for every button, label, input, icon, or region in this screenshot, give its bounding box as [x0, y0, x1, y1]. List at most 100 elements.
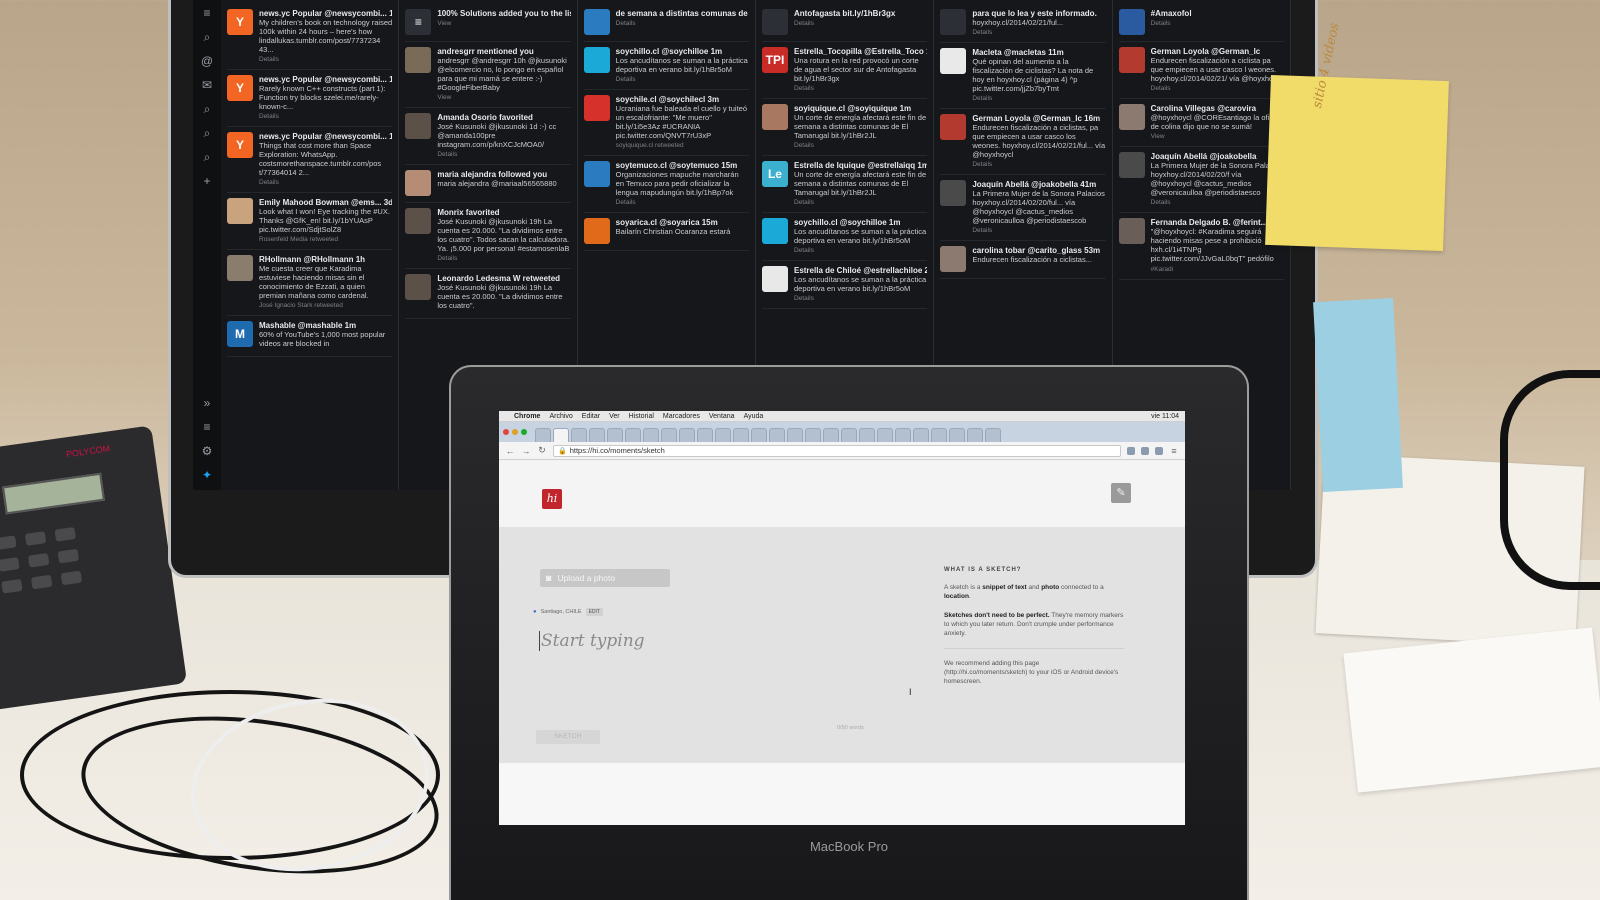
avatar[interactable] [940, 9, 967, 35]
lists-icon[interactable]: ≡ [200, 420, 214, 434]
extension-icon[interactable] [1141, 446, 1149, 455]
tweet[interactable]: Ynews.yc Popular @newsycombi... 13s My ch… [227, 4, 393, 70]
tweet[interactable]: Leonardo Ledesma W retweeted José Kusunok… [405, 269, 571, 319]
menubar-clock[interactable]: vie 11:04 [1151, 413, 1179, 420]
tweet-author[interactable]: carolina tobar @carito_glass 53m [972, 246, 1105, 255]
menu-icon[interactable]: ≡ [1169, 446, 1179, 456]
forward-icon[interactable]: → [521, 446, 531, 456]
address-bar[interactable]: 🔒 https://hi.co/moments/sketch [553, 444, 1121, 457]
tweet-author[interactable]: de semana a distintas comunas de El Tama… [616, 9, 749, 18]
tweet-author[interactable]: Estrella_Tocopilla @Estrella_Toco 1m [794, 47, 927, 56]
tweet[interactable]: #Amaxofol Details [1118, 4, 1284, 42]
avatar[interactable] [761, 9, 788, 35]
browser-tab[interactable] [823, 428, 839, 442]
avatar[interactable] [940, 114, 967, 140]
minimize-window-icon[interactable] [512, 429, 518, 435]
search-icon[interactable]: ⌕ [200, 102, 214, 116]
tweet-meta[interactable]: Details [437, 255, 570, 262]
avatar[interactable] [940, 246, 967, 272]
tweet[interactable]: M Mashable @mashable 1m 60% of YouTube's 1… [227, 316, 393, 357]
tweet-author[interactable]: Estrella de Iquique @estrellaiqq 1m [794, 161, 927, 170]
extension-icon[interactable] [1127, 446, 1135, 455]
browser-tab[interactable] [877, 428, 893, 442]
tweet[interactable]: ≡ 100% Solutions added you to the list @1… [405, 4, 571, 42]
browser-tab[interactable] [625, 428, 641, 442]
tweet[interactable]: andresgrr mentioned you andresgrr @andres… [405, 42, 571, 108]
messages-icon[interactable]: ✉ [200, 78, 214, 92]
tweet-author[interactable]: Antofagasta bit.ly/1hBr3gx [794, 9, 927, 18]
tweet-meta[interactable]: soyiquique.cl retweeted [616, 142, 749, 149]
tweet-meta[interactable]: Details [794, 295, 927, 302]
avatar[interactable]: TPI [761, 47, 788, 73]
browser-tab[interactable] [661, 428, 677, 442]
avatar[interactable] [1118, 218, 1145, 244]
tweet[interactable]: soyarica.cl @soyarica 15m Bailarín Christ… [583, 213, 749, 251]
tweet-author[interactable]: Joaquín Abellá @joakobella [1151, 152, 1284, 161]
tweet-meta[interactable]: José Ignacio Stark retweeted [259, 302, 392, 309]
tweet[interactable]: soychillo.cl @soychilloe 1m Los ancudítan… [583, 42, 749, 90]
browser-tab[interactable] [535, 428, 551, 442]
tweet-meta[interactable]: Details [794, 247, 927, 254]
avatar[interactable] [940, 48, 967, 74]
tweet-meta[interactable]: Details [972, 161, 1105, 168]
tweet-author[interactable]: RHollmann @RHollmann 1h [259, 255, 392, 264]
tweet-meta[interactable]: Rosenfeld Media retweeted [259, 236, 392, 243]
tweet-meta[interactable]: #Karadi [1151, 266, 1284, 273]
tweet-author[interactable]: Macleta @macletas 11m [972, 48, 1105, 57]
mentions-icon[interactable]: @ [200, 54, 214, 68]
avatar[interactable] [405, 208, 432, 234]
browser-tab[interactable] [733, 428, 749, 442]
tweet[interactable]: soychile.cl @soychilecl 3m Ucraniana fue … [583, 90, 749, 156]
tweet-author[interactable]: soyarica.cl @soyarica 15m [616, 218, 749, 227]
tweet-author[interactable]: Fernanda Delgado B. @ferint... [1151, 218, 1284, 227]
edit-location-button[interactable]: EDIT [585, 608, 603, 616]
tweet-meta[interactable]: Details [259, 179, 392, 186]
menubar-item[interactable]: Ver [609, 413, 620, 420]
browser-tab[interactable] [985, 428, 1001, 442]
tweet-meta[interactable]: Details [616, 20, 749, 27]
tweet-author[interactable]: Monrix favorited [437, 208, 570, 217]
avatar[interactable] [583, 95, 610, 121]
tweet[interactable]: Antofagasta bit.ly/1hBr3gx Details [761, 4, 928, 42]
avatar[interactable] [761, 104, 788, 130]
tweet-author[interactable]: Carolina Villegas @carovira [1151, 104, 1284, 113]
tweet[interactable]: Amanda Osorio favorited José Kusunoki @jk… [405, 108, 571, 165]
tweet-meta[interactable]: Details [616, 199, 749, 206]
tweet-author[interactable]: Emily Mahood Bowman @ems... 3d [259, 198, 392, 207]
tweet-author[interactable]: soychillo.cl @soychilloe 1m [794, 218, 927, 227]
tweet-author[interactable]: Mashable @mashable 1m [259, 321, 392, 330]
menubar-item[interactable]: Editar [582, 413, 600, 420]
menubar-item[interactable]: Marcadores [663, 413, 700, 420]
browser-tab[interactable] [589, 428, 605, 442]
hi-logo[interactable]: hi [542, 489, 562, 509]
browser-tab[interactable] [949, 428, 965, 442]
browser-tab[interactable] [751, 428, 767, 442]
tweet[interactable]: de semana a distintas comunas de El Tama… [583, 4, 749, 42]
tweet[interactable]: TPI Estrella_Tocopilla @Estrella_Toco 1m U… [761, 42, 928, 99]
tweet-author[interactable]: news.yc Popular @newsycombi... 13s [259, 9, 392, 18]
avatar[interactable] [227, 198, 253, 224]
browser-tab[interactable] [553, 428, 569, 442]
tweet[interactable]: Joaquín Abellá @joakobella 41m La Primera… [940, 175, 1106, 241]
avatar[interactable]: Y [227, 9, 253, 35]
browser-tab[interactable] [931, 428, 947, 442]
avatar[interactable] [583, 161, 610, 187]
tweet-author[interactable]: soychillo.cl @soychilloe 1m [616, 47, 749, 56]
browser-tab[interactable] [967, 428, 983, 442]
tweet[interactable]: German Loyola @German_lc 16m Endurecen fi… [940, 109, 1106, 175]
zoom-window-icon[interactable] [521, 429, 527, 435]
tweet[interactable]: soyiquique.cl @soyiquique 1m Un corte de … [761, 99, 928, 156]
menubar-item[interactable]: Ventana [709, 413, 735, 420]
avatar[interactable]: Le [761, 161, 788, 187]
menubar-item[interactable]: Historial [629, 413, 654, 420]
tweet-author[interactable]: news.yc Popular @newsycombi... 13s [259, 132, 392, 141]
browser-tab[interactable] [787, 428, 803, 442]
back-icon[interactable]: ← [505, 446, 515, 456]
avatar[interactable] [583, 218, 610, 244]
tweet-meta[interactable]: Details [1151, 85, 1284, 92]
tweet[interactable]: soychillo.cl @soychilloe 1m Los ancudítan… [761, 213, 928, 261]
browser-tab[interactable] [643, 428, 659, 442]
avatar[interactable] [1118, 104, 1145, 130]
sketch-button[interactable]: SKETCH [536, 730, 600, 744]
tweet-author[interactable]: andresgrr mentioned you [437, 47, 570, 56]
